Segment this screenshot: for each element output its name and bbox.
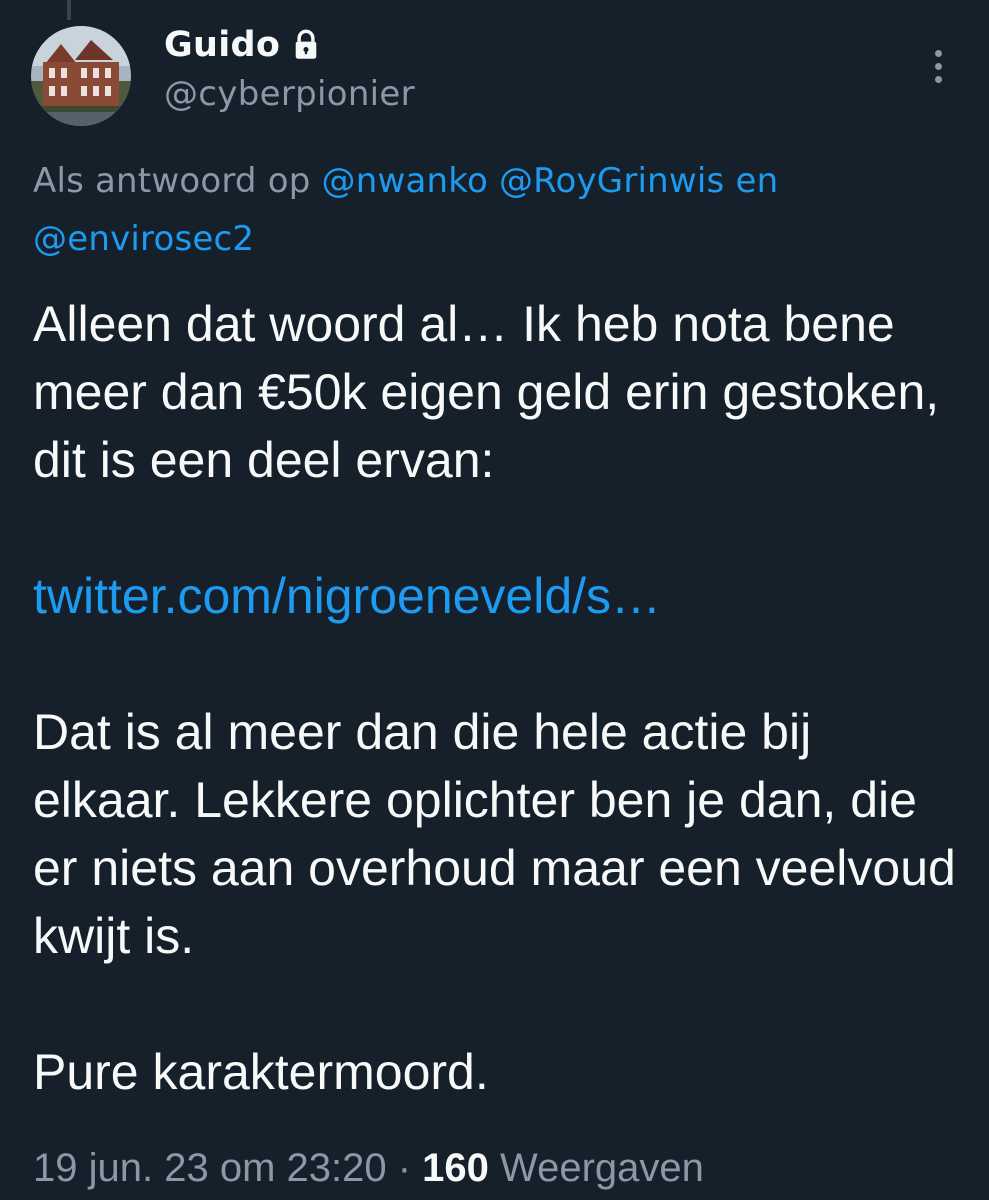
more-vertical-icon (934, 49, 942, 57)
tweet-timestamp[interactable]: 19 jun. 23 om 23:20 (33, 1146, 387, 1190)
thread-connector-line (67, 0, 71, 20)
mention-link[interactable]: @envirosec2 (33, 219, 254, 259)
reply-context: Als antwoord op @nwanko @RoyGrinwis en @… (33, 152, 933, 268)
tweet-paragraph: Pure karaktermoord. (33, 1044, 489, 1100)
reply-prefix: Als antwoord op (33, 161, 311, 201)
mention-link[interactable]: @RoyGrinwis (499, 161, 725, 201)
more-vertical-icon-dot (934, 62, 942, 70)
more-options-button[interactable] (914, 42, 962, 90)
author-name-row[interactable]: Guido (164, 20, 320, 70)
mention-link[interactable]: @nwanko (322, 161, 488, 201)
reply-connector[interactable]: en (736, 161, 779, 201)
avatar[interactable] (31, 26, 131, 126)
tweet-meta: 19 jun. 23 om 23:20 · 160 Weergaven (33, 1146, 704, 1191)
more-vertical-icon-dot (934, 75, 942, 83)
meta-separator: · (397, 1146, 412, 1190)
views-count: 160 (422, 1146, 489, 1190)
tweet-link[interactable]: twitter.com/nigroeneveld/s… (33, 568, 661, 624)
tweet-paragraph: Alleen dat woord al… Ik heb nota bene me… (33, 296, 940, 488)
tweet-text: Alleen dat woord al… Ik heb nota bene me… (33, 290, 963, 1106)
views-label: Weergaven (500, 1146, 704, 1190)
lock-icon (295, 29, 317, 59)
author-handle[interactable]: @cyberpionier (164, 74, 415, 114)
author-display-name[interactable]: Guido (164, 25, 280, 65)
tweet-paragraph: Dat is al meer dan die hele actie bij el… (33, 704, 956, 964)
building-photo-avatar (31, 26, 131, 126)
